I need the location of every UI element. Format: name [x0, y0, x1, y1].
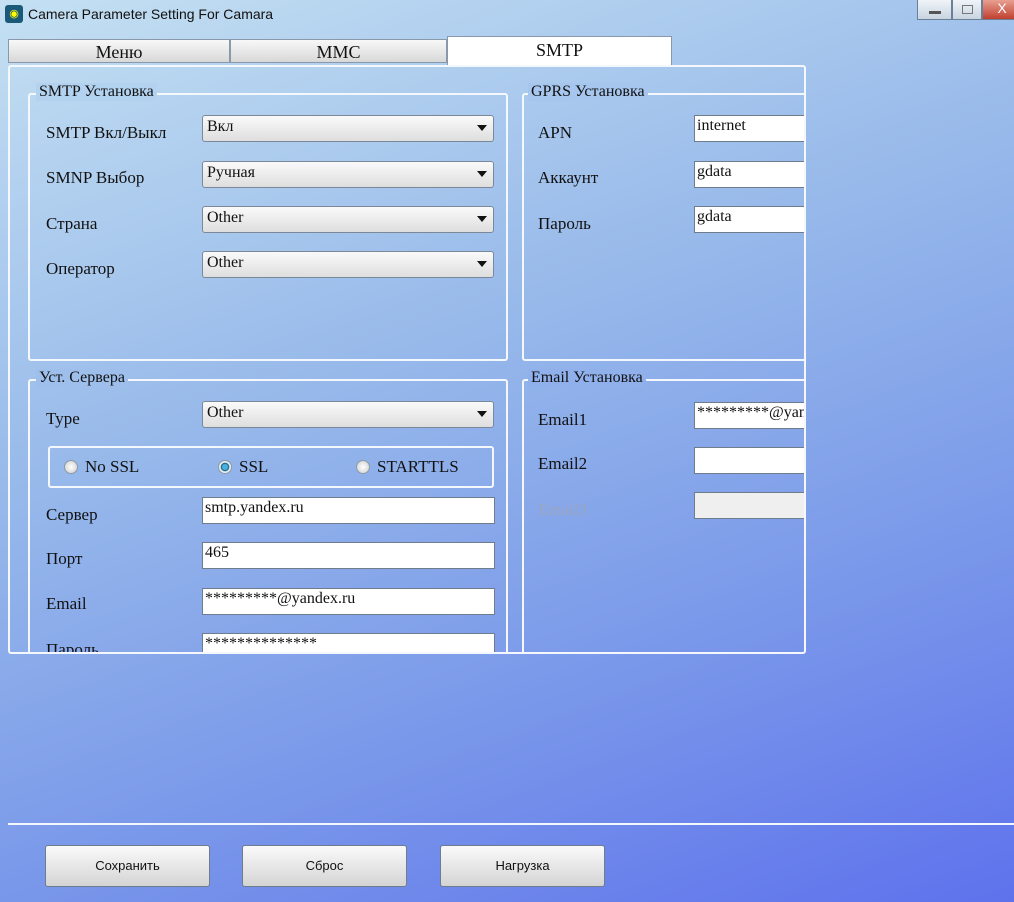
window-title: Camera Parameter Setting For Camara: [28, 6, 274, 22]
email1-input[interactable]: *********@yandex.ru: [694, 402, 804, 429]
divider: [8, 823, 1014, 825]
chevron-down-icon: [477, 125, 487, 131]
group-title: SMTP Установка: [36, 83, 157, 101]
select-value: Ручная: [207, 164, 255, 181]
tab-mmc[interactable]: MMC: [230, 39, 447, 63]
app-icon: ◉: [5, 5, 23, 23]
chevron-down-icon: [477, 411, 487, 417]
tab-menu[interactable]: Меню: [8, 39, 230, 63]
radio-label: No SSL: [85, 457, 140, 476]
group-title: Email Установка: [528, 369, 646, 387]
label: Email: [46, 594, 87, 613]
tab-smtp[interactable]: SMTP: [447, 36, 672, 66]
radio-no-ssl[interactable]: No SSL: [64, 457, 139, 477]
radio-icon: [356, 460, 370, 474]
label-disabled: Email3: [538, 500, 588, 519]
close-icon: X: [997, 0, 1007, 16]
select-value: Other: [207, 254, 244, 271]
apn-input[interactable]: internet: [694, 115, 804, 142]
group-title: Уст. Сервера: [36, 369, 128, 387]
radio-checked-icon: [218, 460, 232, 474]
label: Email1: [538, 410, 588, 429]
server-type-select[interactable]: Other: [202, 401, 494, 428]
label: APN: [538, 123, 573, 142]
email3-input: [694, 492, 804, 519]
password-input[interactable]: **************: [202, 633, 495, 652]
label: SMTP Вкл/Выкл: [46, 123, 167, 142]
radio-ssl[interactable]: SSL: [218, 457, 268, 477]
chevron-down-icon: [477, 261, 487, 267]
country-select[interactable]: Other: [202, 206, 494, 233]
account-input[interactable]: gdata: [694, 161, 804, 188]
title-bar: ◉ Camera Parameter Setting For Camara X: [0, 0, 1014, 30]
chevron-down-icon: [477, 171, 487, 177]
label: Пароль: [538, 214, 591, 233]
minimize-button[interactable]: [917, 0, 952, 20]
chevron-down-icon: [477, 216, 487, 222]
gprs-password-input[interactable]: gdata: [694, 206, 804, 233]
select-value: Вкл: [207, 118, 234, 135]
tab-label: MMC: [316, 42, 361, 62]
label: Type: [46, 409, 80, 428]
reset-button[interactable]: Сброс: [242, 845, 407, 887]
select-value: Other: [207, 209, 244, 226]
select-value: Other: [207, 404, 244, 421]
label: Оператор: [46, 259, 115, 278]
radio-icon: [64, 460, 78, 474]
label: Порт: [46, 549, 83, 568]
operator-select[interactable]: Other: [202, 251, 494, 278]
radio-starttls[interactable]: STARTTLS: [356, 457, 459, 477]
email-input[interactable]: *********@yandex.ru: [202, 588, 495, 615]
smtp-enable-select[interactable]: Вкл: [202, 115, 494, 142]
minimize-icon: [928, 11, 941, 14]
label: Сервер: [46, 505, 98, 524]
smtp-panel: SMTP Установка SMTP Вкл/Выкл Вкл SMNP Вы…: [8, 65, 806, 654]
email2-input[interactable]: [694, 447, 804, 474]
close-button[interactable]: X: [982, 0, 1014, 20]
radio-label: STARTTLS: [377, 457, 459, 476]
label: Email2: [538, 454, 588, 473]
maximize-button[interactable]: [952, 0, 982, 20]
label: SMNP Выбор: [46, 168, 145, 187]
load-button[interactable]: Нагрузка: [440, 845, 605, 887]
label: Аккаунт: [538, 168, 599, 187]
label: Страна: [46, 214, 98, 233]
save-button[interactable]: Сохранить: [45, 845, 210, 887]
smnp-mode-select[interactable]: Ручная: [202, 161, 494, 188]
label: Пароль: [46, 640, 99, 654]
server-input[interactable]: smtp.yandex.ru: [202, 497, 495, 524]
group-title: GPRS Установка: [528, 83, 648, 101]
maximize-icon: [961, 5, 973, 14]
radio-label: SSL: [239, 457, 269, 476]
tab-label: SMTP: [535, 40, 584, 60]
tab-label: Меню: [95, 42, 143, 62]
port-input[interactable]: 465: [202, 542, 495, 569]
